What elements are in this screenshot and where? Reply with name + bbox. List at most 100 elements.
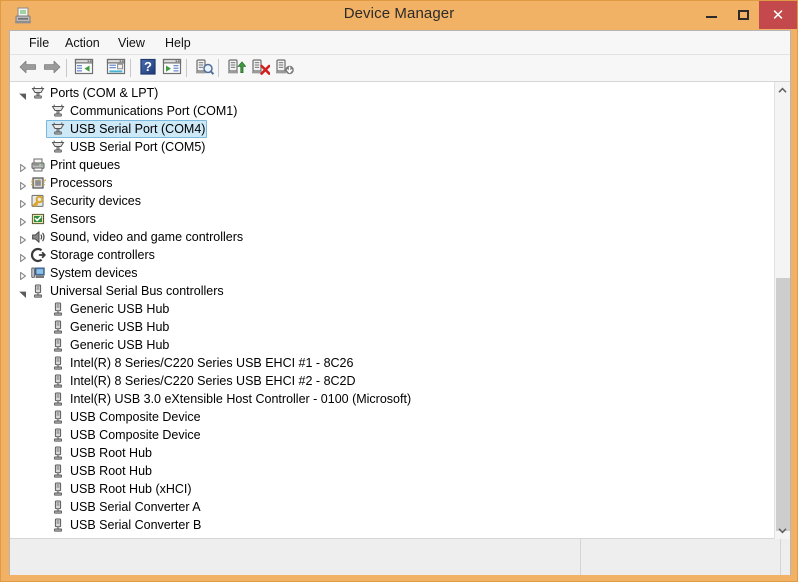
usb-icon bbox=[53, 446, 63, 460]
expander-collapsed-icon bbox=[20, 163, 26, 173]
device-tree-label: Print queues bbox=[50, 158, 121, 172]
security-key-icon bbox=[31, 194, 44, 207]
port-icon bbox=[31, 86, 45, 99]
device-tree-row[interactable]: USB Serial Port (COM4) bbox=[10, 120, 774, 138]
menu-item-action[interactable]: Action bbox=[58, 34, 107, 52]
device-tree-row[interactable]: Storage controllers bbox=[10, 246, 774, 264]
vertical-scrollbar[interactable] bbox=[774, 82, 790, 539]
uninstall-device-icon bbox=[252, 59, 271, 75]
status-segment-1 bbox=[580, 539, 780, 575]
device-tree-row[interactable]: Intel(R) 8 Series/C220 Series USB EHCI #… bbox=[10, 354, 774, 372]
device-tree-row[interactable]: USB Root Hub bbox=[10, 444, 774, 462]
scroll-up-button[interactable] bbox=[775, 82, 790, 99]
device-tree-row[interactable]: USB Serial Converter A bbox=[10, 498, 774, 516]
expand-toggle[interactable] bbox=[18, 196, 28, 209]
device-tree-row[interactable]: Ports (COM & LPT) bbox=[10, 84, 774, 102]
scroll-down-button[interactable] bbox=[775, 522, 790, 539]
expand-toggle[interactable] bbox=[18, 232, 28, 245]
show-hidden-devices-button[interactable] bbox=[74, 58, 96, 79]
menu-item-file[interactable]: File bbox=[22, 34, 56, 52]
device-tree-label: Sensors bbox=[50, 212, 96, 226]
toolbar-separator bbox=[186, 59, 187, 77]
maximize-icon bbox=[737, 10, 749, 20]
usb-icon bbox=[50, 427, 66, 443]
expander-collapsed-icon bbox=[20, 199, 26, 209]
device-tree-row[interactable]: Universal Serial Bus controllers bbox=[10, 282, 774, 300]
scrollbar-thumb[interactable] bbox=[776, 278, 790, 531]
svg-text:?: ? bbox=[144, 59, 152, 74]
expander-collapsed-icon bbox=[20, 217, 26, 227]
close-button[interactable]: ✕ bbox=[759, 1, 797, 29]
usb-icon bbox=[53, 356, 63, 370]
port-icon bbox=[50, 139, 66, 155]
help-button[interactable]: ? bbox=[138, 58, 160, 79]
back-arrow-icon bbox=[19, 60, 36, 74]
port-icon bbox=[50, 103, 66, 119]
scan-for-hardware-changes-button[interactable] bbox=[194, 58, 216, 79]
usb-icon bbox=[53, 338, 63, 352]
menu-item-help[interactable]: Help bbox=[158, 34, 198, 52]
expand-toggle[interactable] bbox=[18, 250, 28, 263]
device-tree-row[interactable]: Sound, video and game controllers bbox=[10, 228, 774, 246]
usb-icon bbox=[50, 355, 66, 371]
device-tree-row[interactable]: Generic USB Hub bbox=[10, 318, 774, 336]
expander-collapsed-icon bbox=[20, 235, 26, 245]
device-tree-row[interactable]: Generic USB Hub bbox=[10, 336, 774, 354]
expand-toggle[interactable] bbox=[18, 160, 28, 173]
usb-icon bbox=[53, 374, 63, 388]
device-tree-row[interactable]: USB Serial Converter B bbox=[10, 516, 774, 534]
usb-icon bbox=[53, 482, 63, 496]
maximize-button[interactable] bbox=[727, 1, 759, 29]
system-icon bbox=[30, 265, 46, 281]
uninstall-device-button[interactable] bbox=[250, 58, 272, 79]
usb-icon bbox=[50, 517, 66, 533]
usb-icon bbox=[50, 319, 66, 335]
usb-icon bbox=[53, 464, 63, 478]
expand-toggle[interactable] bbox=[18, 214, 28, 227]
expand-toggle[interactable] bbox=[18, 268, 28, 281]
device-tree-row[interactable]: Generic USB Hub bbox=[10, 300, 774, 318]
update-driver-button[interactable] bbox=[226, 58, 248, 79]
device-tree-row[interactable]: Print queues bbox=[10, 156, 774, 174]
back-arrow-button[interactable] bbox=[18, 58, 40, 79]
menu-item-view[interactable]: View bbox=[111, 34, 152, 52]
storage-icon bbox=[30, 247, 46, 263]
expander-collapsed-icon bbox=[20, 181, 26, 191]
usb-icon bbox=[53, 518, 63, 532]
collapse-toggle[interactable] bbox=[18, 286, 28, 298]
device-tree-row[interactable]: USB Root Hub bbox=[10, 462, 774, 480]
console-tree-icon bbox=[162, 58, 182, 75]
collapse-toggle[interactable] bbox=[18, 88, 28, 100]
device-tree[interactable]: Ports (COM & LPT) Communications Port (CO… bbox=[10, 82, 790, 539]
disable-device-button[interactable] bbox=[274, 58, 296, 79]
device-tree-row[interactable]: Security devices bbox=[10, 192, 774, 210]
expand-toggle[interactable] bbox=[18, 178, 28, 191]
port-icon bbox=[50, 121, 66, 137]
minimize-button[interactable] bbox=[695, 1, 727, 29]
usb-icon bbox=[50, 445, 66, 461]
device-tree-row[interactable]: USB Serial Port (COM5) bbox=[10, 138, 774, 156]
device-tree-row[interactable]: Intel(R) USB 3.0 eXtensible Host Control… bbox=[10, 390, 774, 408]
device-tree-row[interactable]: Communications Port (COM1) bbox=[10, 102, 774, 120]
port-icon bbox=[51, 122, 65, 135]
port-icon bbox=[30, 85, 46, 101]
expander-expanded-icon bbox=[19, 93, 26, 100]
device-tree-label: USB Root Hub bbox=[70, 446, 152, 460]
device-tree-row[interactable]: USB Composite Device bbox=[10, 408, 774, 426]
device-tree-row[interactable]: Intel(R) 8 Series/C220 Series USB EHCI #… bbox=[10, 372, 774, 390]
sensor-icon bbox=[31, 213, 45, 225]
console-tree-button[interactable] bbox=[162, 58, 184, 79]
device-tree-label: System devices bbox=[50, 266, 138, 280]
device-tree-row[interactable]: USB Root Hub (xHCI) bbox=[10, 480, 774, 498]
device-tree-row[interactable]: System devices bbox=[10, 264, 774, 282]
device-tree-row[interactable]: Processors bbox=[10, 174, 774, 192]
toolbar-separator bbox=[218, 59, 219, 77]
properties-button[interactable] bbox=[106, 58, 128, 79]
device-tree-row[interactable]: Sensors bbox=[10, 210, 774, 228]
usb-icon bbox=[50, 301, 66, 317]
device-tree-label: Communications Port (COM1) bbox=[70, 104, 238, 118]
forward-arrow-button[interactable] bbox=[42, 58, 64, 79]
usb-icon bbox=[53, 500, 63, 514]
usb-icon bbox=[50, 409, 66, 425]
device-tree-row[interactable]: USB Composite Device bbox=[10, 426, 774, 444]
